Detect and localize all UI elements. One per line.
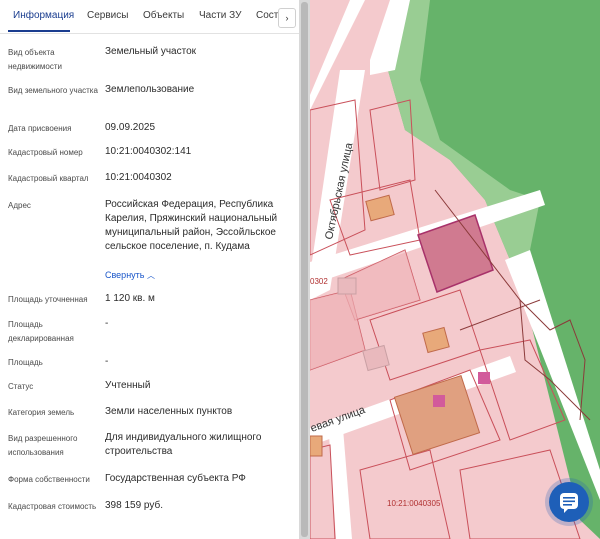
property-value: Государственная субъекта РФ bbox=[105, 473, 246, 484]
property-value: Для индивидуального жилищного строительс… bbox=[105, 432, 262, 457]
property-label: Кадастровый номер bbox=[8, 148, 83, 157]
property-label: Площадь декларированная bbox=[8, 320, 74, 343]
building bbox=[337, 277, 357, 295]
property-value: 1 120 кв. м bbox=[105, 293, 155, 304]
property-label: Вид земельного участка bbox=[8, 86, 98, 95]
chat-button[interactable] bbox=[549, 482, 589, 522]
cadastral-map[interactable]: Октябрьская улица евая улица 0302 10:21:… bbox=[310, 0, 600, 539]
info-panel: Информация Сервисы Объекты Части ЗУ Сост… bbox=[0, 0, 300, 539]
property-value: 398 159 руб. bbox=[105, 500, 163, 511]
chevron-up-icon: ︿ bbox=[147, 271, 155, 280]
active-tab-indicator bbox=[8, 30, 70, 32]
property-value: 10:21:0040302:141 bbox=[105, 146, 192, 157]
building bbox=[310, 435, 323, 457]
tab-info[interactable]: Информация bbox=[13, 10, 74, 21]
tab-bar: Информация Сервисы Объекты Части ЗУ Сост… bbox=[0, 0, 300, 34]
tabs-scroll-right-button[interactable]: › bbox=[278, 8, 296, 28]
property-value: Учтенный bbox=[105, 380, 151, 391]
property-label: Форма собственности bbox=[8, 475, 90, 484]
tab-services[interactable]: Сервисы bbox=[87, 10, 128, 21]
property-value: 09.09.2025 bbox=[105, 122, 156, 133]
collapse-address-link[interactable]: Свернуть ︿ bbox=[105, 270, 155, 281]
property-label: Площадь уточненная bbox=[8, 295, 88, 304]
property-value: Земельный участок bbox=[105, 46, 197, 57]
property-label: Категория земель bbox=[8, 408, 75, 417]
panel-scrollbar-thumb[interactable] bbox=[301, 2, 308, 537]
property-label: Вид объекта недвижимости bbox=[8, 48, 62, 71]
tab-state[interactable]: Сост bbox=[256, 10, 278, 21]
property-label: Вид разрешенного использования bbox=[8, 434, 78, 457]
property-label: Площадь bbox=[8, 358, 43, 367]
property-value: - bbox=[105, 318, 109, 329]
building bbox=[478, 372, 490, 384]
property-value: 10:21:0040302 bbox=[105, 172, 172, 183]
property-label: Статус bbox=[8, 382, 34, 391]
parcel-label: 10:21:0040305 bbox=[387, 499, 441, 508]
tab-objects[interactable]: Объекты bbox=[143, 10, 184, 21]
property-value: - bbox=[105, 356, 109, 367]
property-value: Землепользование bbox=[105, 84, 195, 95]
property-label: Адрес bbox=[8, 201, 31, 210]
chat-icon bbox=[560, 493, 578, 513]
property-label: Кадастровый квартал bbox=[8, 174, 89, 183]
property-label: Кадастровая стоимость bbox=[8, 502, 97, 511]
building bbox=[433, 395, 445, 407]
address-value: Российская Федерация, Республика Карелия… bbox=[105, 199, 278, 252]
chevron-right-icon: › bbox=[285, 13, 289, 23]
parcel-label: 0302 bbox=[310, 277, 328, 286]
map-canvas: Октябрьская улица евая улица 0302 10:21:… bbox=[310, 0, 600, 539]
property-value: Земли населенных пунктов bbox=[105, 406, 233, 417]
property-label: Дата присвоения bbox=[8, 124, 72, 133]
tab-parts[interactable]: Части ЗУ bbox=[199, 10, 241, 21]
